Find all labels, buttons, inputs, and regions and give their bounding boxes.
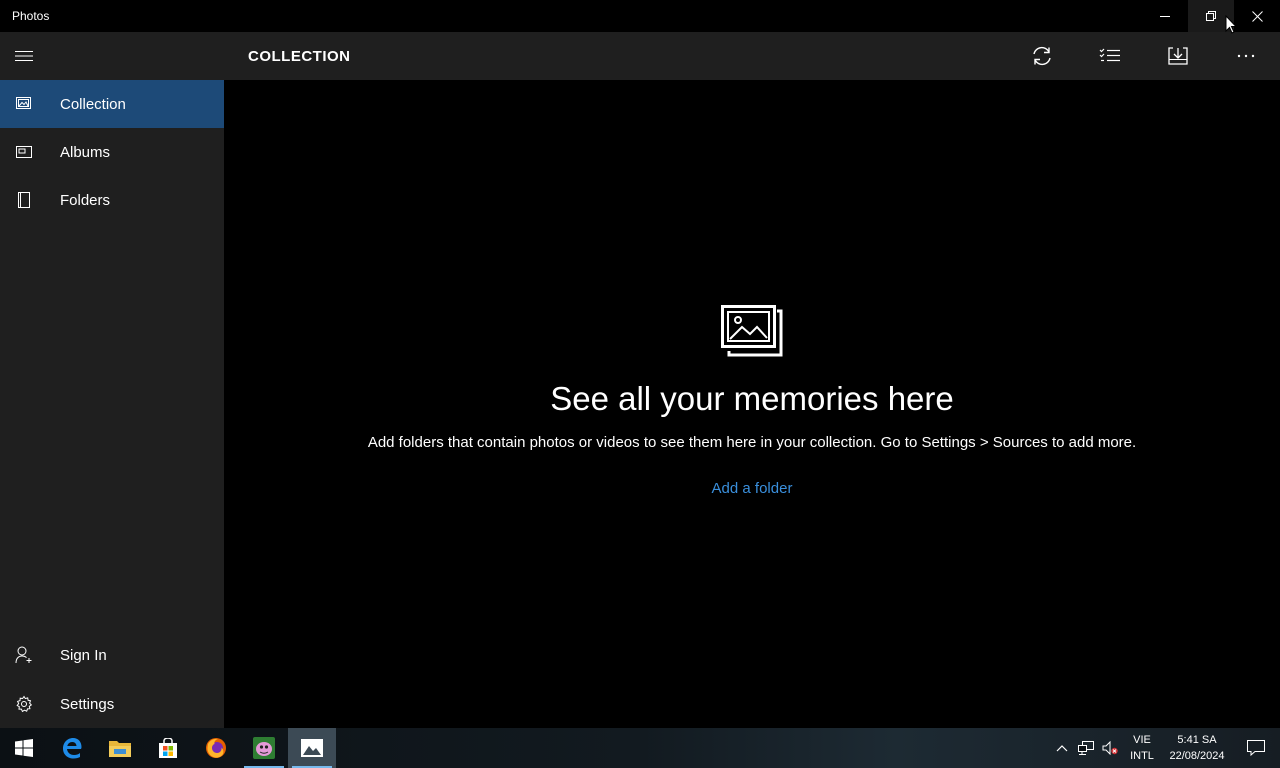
taskbar-photos[interactable] [288,728,336,768]
refresh-button[interactable] [1008,32,1076,80]
sidebar-item-collection[interactable]: Collection [0,80,224,128]
file-explorer-icon [109,741,131,757]
empty-state-description: Add folders that contain photos or video… [367,434,1137,451]
close-button[interactable] [1234,0,1280,32]
edge-icon [63,738,82,759]
title-bar: Photos [0,0,1280,32]
start-button[interactable] [0,728,48,768]
hamburger-button[interactable] [0,32,48,80]
navigation-pane: Collection Albums Folders Sign In Settin… [0,32,224,728]
page-title: COLLECTION [248,47,351,65]
more-icon [1237,54,1255,58]
more-options-button[interactable] [1212,32,1280,80]
taskbar-edge[interactable] [48,728,96,768]
refresh-icon [1033,46,1051,66]
import-icon [1168,47,1188,65]
show-hidden-icons-button[interactable] [1050,728,1074,768]
album-icon [0,128,48,176]
network-button[interactable] [1074,728,1098,768]
taskbar-file-explorer[interactable] [96,728,144,768]
restore-icon [1206,11,1216,21]
sidebar-item-sign-in[interactable]: Sign In [0,631,224,679]
page-header: COLLECTION [224,32,1280,80]
sidebar-item-albums[interactable]: Albums [0,128,224,176]
language-code: VIE [1133,734,1151,746]
system-tray: VIE INTL 5:41 SA 22/08/2024 [1050,728,1280,768]
sidebar-item-label: Folders [60,191,111,209]
select-icon [1099,48,1120,62]
network-icon [1078,741,1094,755]
input-language-indicator[interactable]: VIE INTL [1122,732,1162,764]
select-button[interactable] [1076,32,1144,80]
volume-muted-icon [1102,741,1118,755]
taskbar: VIE INTL 5:41 SA 22/08/2024 [0,728,1280,768]
notification-icon [1247,740,1265,756]
clock-time: 5:41 SA [1177,734,1217,746]
collection-view: See all your memories here Add folders t… [224,80,1280,728]
action-center-button[interactable] [1232,728,1280,768]
mouse-cursor-icon [1225,15,1237,34]
sidebar-item-folders[interactable]: Folders [0,176,224,224]
minimize-icon [1160,16,1170,17]
photos-stack-icon [721,305,783,357]
empty-state-title: See all your memories here [550,380,954,417]
sidebar-item-settings[interactable]: Settings [0,680,224,728]
photos-icon [301,739,323,757]
firefox-icon [206,738,226,758]
person-add-icon [0,631,48,679]
window-title: Photos [12,9,50,23]
taskbar-store[interactable] [144,728,192,768]
clock-date: 22/08/2024 [1169,750,1225,762]
add-folder-link[interactable]: Add a folder [224,480,1280,497]
taskbar-firefox[interactable] [192,728,240,768]
clock[interactable]: 5:41 SA 22/08/2024 [1162,732,1232,764]
folder-icon [0,176,48,224]
store-icon [159,738,177,758]
taskbar-app[interactable] [240,728,288,768]
close-icon [1251,10,1263,22]
sidebar-item-label: Collection [60,95,126,113]
windows-start-icon [15,739,33,757]
keyboard-layout: INTL [1130,750,1154,762]
minimize-button[interactable] [1142,0,1188,32]
sidebar-item-label: Sign In [60,646,107,664]
app-icon [253,737,275,759]
hamburger-icon [15,51,33,61]
sidebar-item-label: Settings [60,695,115,713]
chevron-up-icon [1056,745,1068,752]
sidebar-item-label: Albums [60,143,111,161]
import-button[interactable] [1144,32,1212,80]
gear-icon [0,680,48,728]
volume-button[interactable] [1098,728,1122,768]
collection-icon [0,80,48,128]
